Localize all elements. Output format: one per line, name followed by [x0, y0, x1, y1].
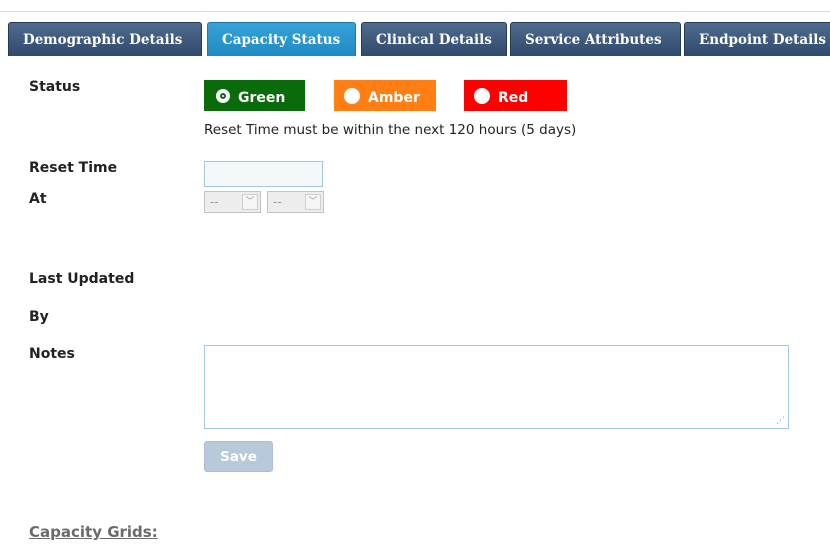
status-amber-label: Amber [368, 89, 420, 106]
reset-time-label: Reset Time [29, 160, 118, 176]
radio-selected-icon [216, 88, 230, 103]
notes-textarea[interactable]: ⋰ [204, 345, 789, 429]
last-updated-label: Last Updated [29, 271, 135, 287]
minute-select-value: -- [273, 195, 282, 209]
status-green-option[interactable]: Green [204, 80, 305, 111]
tab-clinical-details[interactable]: Clinical Details [361, 22, 507, 56]
top-divider [0, 11, 830, 12]
resize-grip-icon[interactable]: ⋰ [776, 416, 785, 426]
status-amber-option[interactable]: Amber [334, 80, 436, 111]
status-red-label: Red [498, 89, 529, 106]
status-red-option[interactable]: Red [464, 80, 567, 111]
tab-endpoint-details[interactable]: Endpoint Details [684, 22, 830, 56]
status-label: Status [29, 79, 81, 95]
chevron-down-icon: ﹀ [305, 194, 321, 210]
tab-capacity-status[interactable]: Capacity Status [207, 22, 356, 56]
capacity-grids-link[interactable]: Capacity Grids: [29, 523, 158, 541]
notes-label: Notes [29, 346, 75, 362]
reset-time-input[interactable] [204, 161, 323, 187]
save-button[interactable]: Save [204, 441, 273, 472]
hour-select[interactable]: -- ﹀ [204, 191, 261, 213]
tab-service-attributes[interactable]: Service Attributes [510, 22, 681, 56]
chevron-down-icon: ﹀ [242, 194, 258, 210]
by-label: By [29, 309, 49, 325]
tab-bar: Demographic Details Capacity Status Clin… [8, 22, 830, 56]
radio-unselected-icon [344, 87, 360, 104]
minute-select[interactable]: -- ﹀ [267, 191, 324, 213]
radio-unselected-icon [474, 87, 490, 104]
tab-demographic-details[interactable]: Demographic Details [8, 22, 202, 56]
at-label: At [29, 191, 47, 207]
reset-time-hint: Reset Time must be within the next 120 h… [204, 122, 577, 138]
hour-select-value: -- [210, 195, 219, 209]
status-green-label: Green [238, 89, 286, 106]
